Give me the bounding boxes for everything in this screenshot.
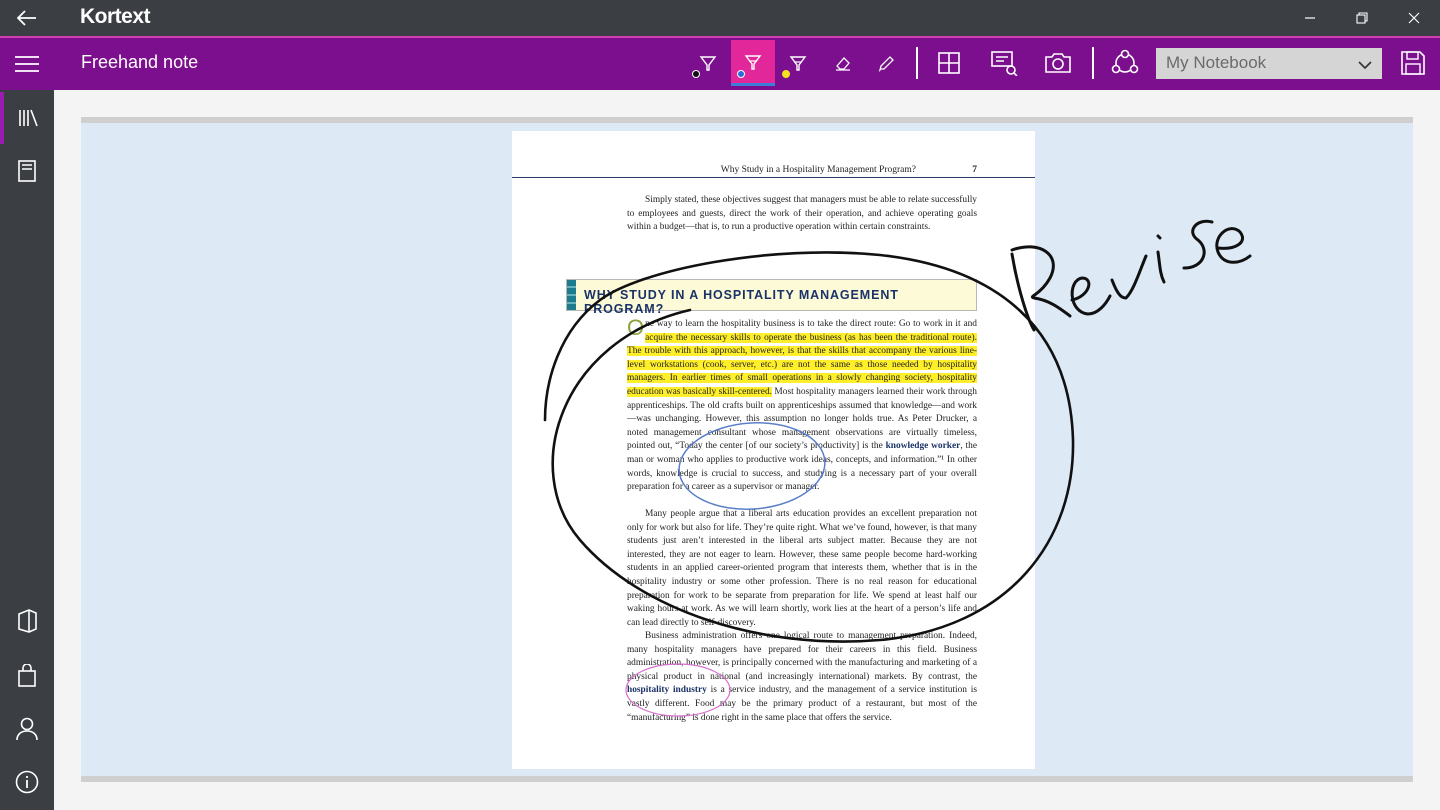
office-icon <box>18 609 37 633</box>
close-button[interactable] <box>1388 0 1440 36</box>
running-head: Why Study in a Hospitality Management Pr… <box>720 165 916 175</box>
black-color-dot <box>692 70 700 78</box>
camera-icon <box>1045 53 1071 73</box>
share-button[interactable] <box>1103 40 1147 86</box>
section-heading: WHY STUDY IN A HOSPITALITY MANAGEMENT PR… <box>566 279 977 316</box>
user-icon <box>16 717 38 741</box>
drop-cap: O <box>627 315 645 340</box>
left-sidebar <box>0 90 54 810</box>
key-term: hospitality industry <box>627 685 707 696</box>
sidebar-item-library[interactable] <box>0 92 54 144</box>
highlighter-blue-tool[interactable] <box>731 40 775 86</box>
eraser-tool[interactable] <box>821 40 865 86</box>
pen-black-tool[interactable] <box>686 40 730 86</box>
back-button[interactable] <box>0 0 54 36</box>
hamburger-icon <box>15 56 39 72</box>
menu-button[interactable] <box>0 38 54 90</box>
yellow-color-dot <box>782 70 790 78</box>
screenshot-icon <box>991 51 1018 76</box>
book-page: Why Study in a Hospitality Management Pr… <box>512 131 1035 769</box>
grid-icon <box>938 52 960 74</box>
restore-button[interactable] <box>1336 0 1388 36</box>
page-title: Freehand note <box>81 52 199 72</box>
app-name: Kortext <box>80 5 151 28</box>
ruler-tool[interactable] <box>865 40 909 86</box>
minimize-icon <box>1305 17 1315 19</box>
heading-accent-bar <box>567 280 576 310</box>
eraser-icon <box>836 57 850 71</box>
sidebar-item-info[interactable] <box>0 756 54 808</box>
body-paragraph-2: Many people argue that a liberal arts ed… <box>627 509 977 628</box>
sidebar-item-book[interactable] <box>0 145 54 197</box>
library-icon <box>19 109 38 127</box>
close-icon <box>1408 12 1420 24</box>
save-icon <box>1401 51 1425 75</box>
page-header: Why Study in a Hospitality Management Pr… <box>512 165 1035 178</box>
share-icon <box>1111 49 1139 74</box>
toolbar-divider <box>1092 47 1094 79</box>
camera-button[interactable] <box>1036 40 1080 86</box>
toolbar-divider <box>916 47 918 79</box>
section-heading-text: WHY STUDY IN A HOSPITALITY MANAGEMENT PR… <box>584 288 899 316</box>
notebook-select[interactable]: My Notebook <box>1156 48 1382 79</box>
chevron-down-icon <box>1358 55 1372 75</box>
note-toolbar: Freehand note My Notebook <box>0 36 1440 90</box>
ruler-icon <box>878 56 894 72</box>
book-icon <box>18 160 36 182</box>
sidebar-item-account[interactable] <box>0 703 54 755</box>
notebook-select-value: My Notebook <box>1166 53 1267 72</box>
page-number: 7 <box>972 165 977 175</box>
highlighter-icon <box>789 56 807 71</box>
pen-icon <box>699 56 717 71</box>
title-bar: Kortext <box>0 0 1440 36</box>
screen-clip-button[interactable] <box>982 40 1026 86</box>
key-term: knowledge worker <box>885 441 961 452</box>
body-paragraph-3: Business administration offers one logic… <box>627 631 978 723</box>
grid-button[interactable] <box>927 40 971 86</box>
blue-color-dot <box>737 70 745 78</box>
body-paragraph-1: One way to learn the hospitality busines… <box>627 315 977 493</box>
info-icon <box>15 770 39 794</box>
back-arrow-icon <box>17 10 37 26</box>
minimize-button[interactable] <box>1284 0 1336 36</box>
sidebar-item-store[interactable] <box>0 650 54 702</box>
intro-paragraph: Simply stated, these objectives suggest … <box>627 195 977 233</box>
sidebar-item-office[interactable] <box>0 595 54 647</box>
shopping-bag-icon <box>18 664 36 687</box>
save-button[interactable] <box>1391 40 1435 86</box>
highlighter-icon <box>744 54 762 70</box>
restore-icon <box>1356 12 1368 24</box>
highlighter-yellow-tool[interactable] <box>776 40 820 86</box>
